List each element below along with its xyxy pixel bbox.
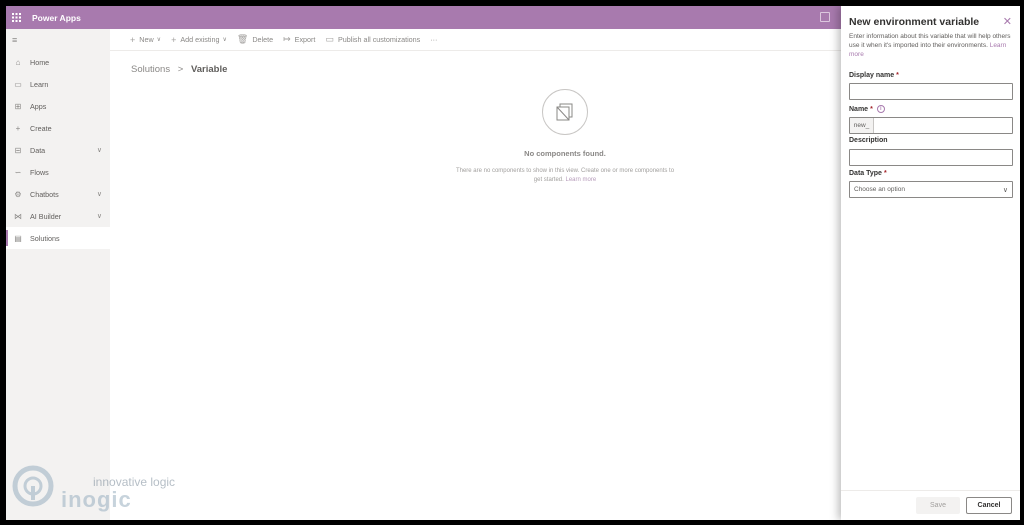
trash-icon: 🗑: [236, 34, 249, 44]
publish-button[interactable]: ▭ Publish all customizations: [325, 34, 420, 45]
chevron-down-icon: ∨: [1002, 187, 1008, 194]
panel-title: New environment variable: [849, 16, 980, 28]
environment-icon[interactable]: [820, 12, 830, 22]
new-label: New: [139, 35, 154, 44]
export-label: Export: [294, 35, 316, 44]
new-environment-variable-panel: New environment variable ✕ Enter informa…: [841, 6, 1020, 520]
sidebar-item-apps[interactable]: ⊞ Apps: [6, 95, 110, 117]
chevron-down-icon[interactable]: ∨: [97, 212, 102, 220]
inogic-logo-icon: [12, 465, 54, 507]
panel-description: Enter information about this variable th…: [849, 32, 1014, 59]
required-mark: *: [896, 72, 899, 79]
more-commands-button[interactable]: ···: [430, 35, 437, 44]
name-label-text: Name: [849, 105, 869, 113]
empty-state-title: No components found.: [524, 149, 606, 158]
plus-icon: +: [171, 34, 177, 45]
watermark-name: inogic: [61, 487, 132, 512]
sidebar-item-data[interactable]: ⊟ Data ∨: [6, 139, 110, 161]
display-name-label: Display name *: [849, 72, 899, 79]
sidebar-item-label: Chatbots: [30, 189, 59, 199]
name-input[interactable]: new_: [849, 117, 1013, 134]
sidebar-item-label: Data: [30, 145, 46, 155]
new-button[interactable]: + New ∨: [130, 35, 161, 45]
sidebar-item-label: Apps: [30, 101, 47, 111]
nav-list: ⌂ Home ▭ Learn ⊞ Apps + Create ⊟ Data ∨ ∽ Flows ⚙ Chat…: [6, 51, 110, 249]
data-type-placeholder: Choose an option: [854, 186, 905, 193]
publish-icon: ▭: [325, 34, 334, 44]
description-label: Description: [849, 137, 888, 144]
sidebar-item-label: AI Builder: [30, 211, 62, 221]
sidebar-item-label: Create: [30, 123, 52, 133]
breadcrumb-current: Variable: [190, 64, 228, 75]
empty-state: No components found. There are no compon…: [454, 89, 676, 185]
panel-description-text: Enter information about this variable th…: [849, 33, 1011, 50]
table-icon: ⊟: [14, 145, 22, 155]
cancel-button[interactable]: Cancel: [966, 497, 1012, 514]
breadcrumb-root[interactable]: Solutions: [131, 64, 170, 75]
learn-more-link[interactable]: Learn more: [566, 177, 597, 183]
hamburger-menu-icon[interactable]: ≡: [6, 33, 110, 47]
publish-label: Publish all customizations: [337, 35, 421, 44]
flow-icon: ∽: [14, 167, 22, 177]
app-window: Power Apps ≡ ⌂ Home ▭ Learn ⊞ Apps + Create ⊟ Dat…: [6, 6, 1020, 520]
name-prefix: new_: [850, 118, 874, 133]
chevron-down-icon: ∨: [222, 37, 227, 43]
book-icon: ▭: [14, 79, 22, 89]
delete-button[interactable]: 🗑 Delete: [237, 34, 273, 45]
delete-label: Delete: [252, 35, 274, 44]
display-name-input[interactable]: [849, 83, 1013, 100]
breadcrumb: Solutions > Variable: [131, 64, 227, 75]
sidebar-item-label: Home: [30, 57, 50, 67]
home-icon: ⌂: [15, 57, 21, 67]
chatbot-icon: ⚙: [14, 189, 22, 199]
sidebar-item-flows[interactable]: ∽ Flows: [6, 161, 110, 183]
app-launcher-icon[interactable]: [6, 6, 26, 29]
left-nav: ≡ ⌂ Home ▭ Learn ⊞ Apps + Create ⊟ Data ∨ ∽ Flows ⚙ Ch…: [6, 29, 110, 520]
plus-icon: +: [130, 34, 136, 45]
inogic-watermark: innovative logic inogic: [11, 457, 191, 513]
sidebar-item-create[interactable]: + Create: [6, 117, 110, 139]
sidebar-item-home[interactable]: ⌂ Home: [6, 51, 110, 73]
description-input[interactable]: [849, 149, 1013, 166]
name-label: Name * i: [849, 105, 885, 113]
chevron-down-icon: ∨: [156, 37, 162, 43]
more-icon: ···: [430, 35, 438, 44]
solutions-icon: ▤: [14, 233, 22, 243]
ai-builder-icon: ⋈: [14, 211, 22, 221]
sidebar-item-label: Solutions: [30, 233, 60, 243]
sidebar-item-learn[interactable]: ▭ Learn: [6, 73, 110, 95]
sidebar-item-solutions[interactable]: ▤ Solutions: [6, 227, 110, 249]
plus-icon: +: [15, 123, 21, 133]
header-actions: [820, 12, 830, 22]
sidebar-item-ai-builder[interactable]: ⋈ AI Builder ∨: [6, 205, 110, 227]
sidebar-item-chatbots[interactable]: ⚙ Chatbots ∨: [6, 183, 110, 205]
display-name-label-text: Display name: [849, 72, 895, 79]
close-icon[interactable]: ✕: [1003, 15, 1012, 28]
empty-state-text: There are no components to show in this …: [454, 167, 676, 185]
app-title[interactable]: Power Apps: [32, 13, 81, 23]
sidebar-item-label: Learn: [30, 79, 49, 89]
save-button[interactable]: Save: [916, 497, 960, 514]
chevron-down-icon[interactable]: ∨: [97, 190, 102, 198]
no-components-icon: [542, 89, 588, 135]
info-icon[interactable]: i: [876, 105, 885, 113]
export-button[interactable]: ↦ Export: [283, 34, 315, 45]
sidebar-item-label: Flows: [30, 167, 49, 177]
add-existing-button[interactable]: + Add existing ∨: [171, 35, 227, 45]
required-mark: *: [883, 170, 887, 177]
data-type-label: Data Type *: [849, 170, 887, 177]
required-mark: *: [870, 105, 873, 113]
data-type-label-text: Data Type: [849, 170, 882, 177]
export-arrow-icon: ↦: [283, 34, 291, 44]
chevron-down-icon[interactable]: ∨: [97, 146, 102, 154]
data-type-select[interactable]: Choose an option ∨: [849, 181, 1013, 198]
add-existing-label: Add existing: [180, 35, 220, 44]
apps-icon: ⊞: [14, 101, 22, 111]
breadcrumb-separator: >: [177, 64, 184, 75]
panel-footer: Save Cancel: [841, 490, 1020, 520]
